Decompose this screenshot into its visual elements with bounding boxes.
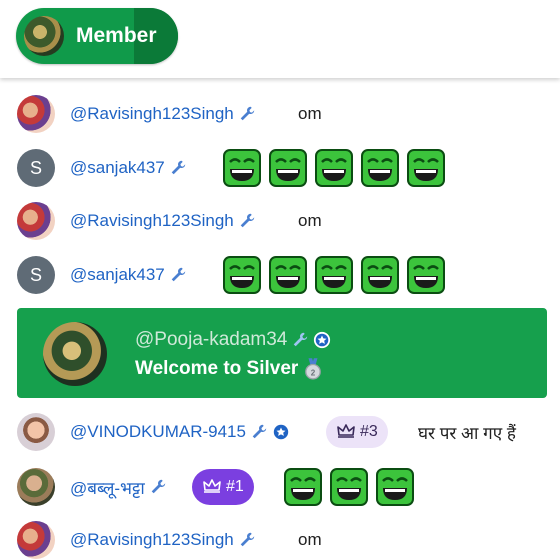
membership-welcome-banner[interactable]: @Pooja-kadam34 Welcome to Silver 2 <box>17 308 547 398</box>
avatar[interactable] <box>17 95 55 133</box>
emoji-strip <box>223 149 445 187</box>
chat-message: S @sanjak437 <box>0 144 560 192</box>
message-text: घर पर आ गए हैं <box>418 423 516 443</box>
author-label: @sanjak437 <box>70 265 165 284</box>
crown-icon <box>203 479 221 493</box>
wrench-icon <box>171 160 185 175</box>
welcome-text: Welcome to Silver 2 <box>135 358 322 380</box>
avatar[interactable] <box>17 413 55 451</box>
message-text: om <box>298 104 322 123</box>
wrench-icon <box>171 267 185 282</box>
author-label: @Ravisingh123Singh <box>70 104 234 123</box>
author-name[interactable]: @Ravisingh123Singh <box>70 104 256 124</box>
author-name[interactable]: @Ravisingh123Singh <box>70 211 256 231</box>
avatar[interactable] <box>17 468 55 506</box>
laugh-emoji-icon <box>269 149 307 187</box>
laugh-emoji-icon <box>407 149 445 187</box>
avatar[interactable]: S <box>17 149 55 187</box>
laugh-emoji-icon <box>315 149 353 187</box>
emoji-strip <box>223 256 445 294</box>
author-name[interactable]: @VINODKUMAR-9415 <box>70 422 290 442</box>
laugh-emoji-icon <box>361 149 399 187</box>
rank-badge[interactable]: #1 <box>192 469 254 505</box>
welcome-label: Welcome to Silver <box>135 358 299 379</box>
laugh-emoji-icon <box>284 468 322 506</box>
top-bar: Member <box>0 0 560 78</box>
laugh-emoji-icon <box>361 256 399 294</box>
chat-message: @Ravisingh123Singh om <box>0 90 560 138</box>
wrench-icon <box>240 213 254 228</box>
author-label: @Ravisingh123Singh <box>70 211 234 230</box>
chat-message: @Ravisingh123Singh om <box>0 516 560 560</box>
laugh-emoji-icon <box>269 256 307 294</box>
badge-label: #3 <box>360 423 378 440</box>
laugh-emoji-icon <box>376 468 414 506</box>
wrench-icon <box>252 424 267 439</box>
author-name[interactable]: @sanjak437 <box>70 158 187 178</box>
wrench-icon <box>240 106 254 121</box>
member-avatar <box>24 16 64 56</box>
laugh-emoji-icon <box>407 256 445 294</box>
crown-icon <box>337 424 355 438</box>
laugh-emoji-icon <box>223 149 261 187</box>
author-name[interactable]: @Pooja-kadam34 <box>135 329 331 351</box>
avatar[interactable] <box>17 202 55 240</box>
badge-label: #1 <box>226 478 244 495</box>
avatar[interactable] <box>43 322 107 386</box>
laugh-emoji-icon <box>223 256 261 294</box>
laugh-emoji-icon <box>330 468 368 506</box>
wrench-icon <box>294 332 308 347</box>
silver-medal-icon: 2 <box>305 358 322 380</box>
chat-message: S @sanjak437 <box>0 251 560 299</box>
chat-message: @बब्लू-भट्टा #1 <box>0 463 560 511</box>
author-label: @बब्लू-भट्टा <box>70 478 145 498</box>
message-text: om <box>298 530 322 549</box>
author-label: @VINODKUMAR-9415 <box>70 422 246 441</box>
member-chip[interactable]: Member <box>16 8 178 64</box>
laugh-emoji-icon <box>315 256 353 294</box>
message-text: om <box>298 211 322 230</box>
verified-star-icon <box>273 424 289 440</box>
wrench-icon <box>151 479 165 494</box>
author-name[interactable]: @बब्लू-भट्टा <box>70 476 167 499</box>
author-label: @Ravisingh123Singh <box>70 530 234 549</box>
author-label: @sanjak437 <box>70 158 165 177</box>
wrench-icon <box>240 532 254 547</box>
rank-badge[interactable]: #3 <box>326 416 388 448</box>
emoji-strip <box>284 468 414 506</box>
verified-star-icon <box>314 331 331 349</box>
svg-text:2: 2 <box>311 368 316 377</box>
avatar[interactable]: S <box>17 256 55 294</box>
avatar[interactable] <box>17 521 55 559</box>
author-name[interactable]: @Ravisingh123Singh <box>70 530 256 550</box>
author-name[interactable]: @sanjak437 <box>70 265 187 285</box>
chat-message: @Ravisingh123Singh om <box>0 197 560 245</box>
chat-message: @VINODKUMAR-9415 #3 घर पर आ गए हैं <box>0 408 560 456</box>
author-label: @Pooja-kadam34 <box>135 329 288 350</box>
member-label: Member <box>76 24 157 47</box>
